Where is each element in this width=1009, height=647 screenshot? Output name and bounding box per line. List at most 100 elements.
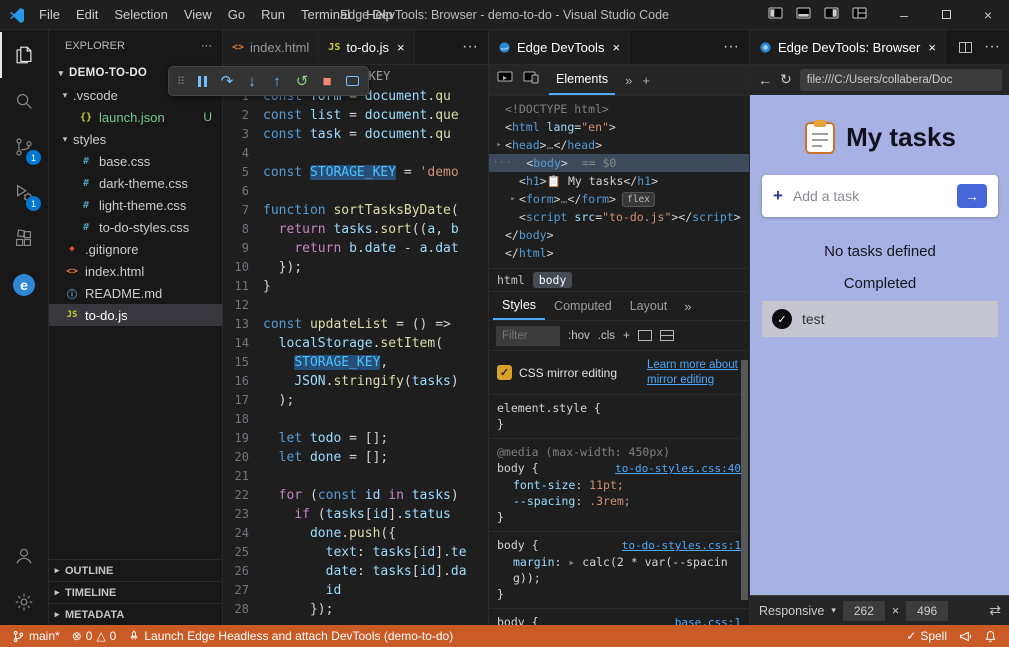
code-line-6[interactable]: 6 (223, 182, 488, 201)
dom-node[interactable]: ··· <body> == $0 (489, 154, 749, 172)
code-line-13[interactable]: 13const updateList = () => (223, 315, 488, 334)
code-line-26[interactable]: 26 date: tasks[id].da (223, 562, 488, 581)
back-icon[interactable]: ← (758, 72, 772, 88)
line-number[interactable]: 22 (223, 486, 263, 505)
rotate-viewport-icon[interactable]: ⇄ (989, 602, 1001, 619)
dom-node[interactable]: <!DOCTYPE html> (489, 100, 749, 118)
code-line-23[interactable]: 23 if (tasks[id].status (223, 505, 488, 524)
stop-button[interactable]: ■ (315, 69, 339, 93)
file-light-theme.css[interactable]: #light-theme.css (49, 194, 222, 216)
device-mode-select[interactable]: Responsive (759, 604, 824, 618)
dom-node[interactable]: ▸<form>…</form>flex (489, 190, 749, 208)
more-actions-icon[interactable]: ··· (723, 38, 739, 56)
vscode-logo-icon[interactable] (9, 7, 25, 23)
add-tool-icon[interactable]: + (642, 73, 650, 88)
add-task-form[interactable]: + Add a task → (762, 175, 998, 217)
more-tools-chevron-icon[interactable]: » (625, 73, 632, 88)
dom-node[interactable]: <script src="to-do.js"></script> (489, 208, 749, 226)
devtools-scrollbar[interactable] (741, 360, 748, 600)
css-file-link[interactable]: to-do-styles.css:1 (614, 538, 741, 554)
expand-arrow-icon[interactable]: ▸ (493, 136, 505, 154)
launch-task-status[interactable]: Launch Edge Headless and attach DevTools… (122, 625, 459, 647)
line-number[interactable]: 3 (223, 125, 263, 144)
line-number[interactable]: 19 (223, 429, 263, 448)
file-launch.json[interactable]: {}launch.jsonU (49, 106, 222, 128)
css-mirror-learn-more-link[interactable]: Learn more about mirror editing (647, 358, 741, 388)
menu-go[interactable]: Go (220, 0, 253, 29)
announcement-item[interactable] (953, 625, 978, 647)
line-number[interactable]: 18 (223, 410, 263, 429)
activity-extensions[interactable] (0, 216, 48, 262)
file-to-do.js[interactable]: JSto-do.js (49, 304, 222, 326)
computed-pane-icon[interactable] (638, 330, 652, 341)
css-selector[interactable]: body { (497, 460, 539, 476)
code-line-5[interactable]: 5const STORAGE_KEY = 'demo (223, 163, 488, 182)
activity-run-debug[interactable]: 1 (0, 170, 48, 216)
tab-layout[interactable]: Layout (621, 292, 677, 320)
menu-file[interactable]: File (31, 0, 68, 29)
more-actions-icon[interactable]: ··· (984, 38, 1000, 56)
toggle-sidebar-icon[interactable] (768, 7, 783, 22)
code-line-11[interactable]: 11} (223, 277, 488, 296)
completed-task-row[interactable]: ✓ test (762, 301, 998, 337)
element-class-button[interactable]: .cls (598, 330, 615, 342)
section-metadata[interactable]: ▸METADATA (49, 603, 222, 625)
styles-filter-input[interactable] (496, 326, 560, 346)
css-property[interactable]: --spacing: .3rem; (497, 493, 741, 509)
close-icon[interactable]: × (928, 40, 936, 55)
toggle-panel-icon[interactable] (796, 7, 811, 22)
close-icon[interactable]: × (612, 40, 620, 55)
line-number[interactable]: 16 (223, 372, 263, 391)
code-line-22[interactable]: 22 for (const id in tasks) (223, 486, 488, 505)
tab-edge-devtools[interactable]: Edge DevTools × (489, 30, 630, 64)
activity-explorer[interactable] (0, 32, 48, 78)
tab-edge-devtools-browser[interactable]: Edge DevTools: Browser × (750, 30, 946, 64)
css-property[interactable]: margin: ▸ calc(2 * var(--spacing)); (497, 554, 741, 586)
file-README.md[interactable]: ⓘREADME.md (49, 282, 222, 304)
flex-badge[interactable]: flex (622, 192, 655, 207)
line-number[interactable]: 27 (223, 581, 263, 600)
maximize-button[interactable] (925, 0, 967, 29)
line-number[interactable]: 14 (223, 334, 263, 353)
step-into-button[interactable]: ↓ (240, 69, 264, 93)
css-selector[interactable]: body { (497, 537, 539, 553)
line-number[interactable]: 26 (223, 562, 263, 581)
code-line-21[interactable]: 21 (223, 467, 488, 486)
line-number[interactable]: 28 (223, 600, 263, 619)
file-to-do-styles.css[interactable]: #to-do-styles.css (49, 216, 222, 238)
css-property[interactable]: font-size: 11pt; (497, 477, 741, 493)
device-height-input[interactable] (906, 601, 948, 621)
line-number[interactable]: 24 (223, 524, 263, 543)
code-line-12[interactable]: 12 (223, 296, 488, 315)
code-line-10[interactable]: 10 }); (223, 258, 488, 277)
submit-task-button[interactable]: → (957, 184, 987, 208)
file-base.css[interactable]: #base.css (49, 150, 222, 172)
close-window-button[interactable]: × (967, 0, 1009, 29)
line-number[interactable]: 17 (223, 391, 263, 410)
code-line-28[interactable]: 28 }); (223, 600, 488, 619)
line-number[interactable]: 11 (223, 277, 263, 296)
add-task-input[interactable]: Add a task (793, 188, 947, 204)
expand-arrow-icon[interactable]: ▸ (507, 190, 519, 208)
code-line-25[interactable]: 25 text: tasks[id].te (223, 543, 488, 562)
section-outline[interactable]: ▸OUTLINE (49, 559, 222, 581)
code-line-27[interactable]: 27 id (223, 581, 488, 600)
line-number[interactable]: 9 (223, 239, 263, 258)
screencast-toggle-button[interactable] (340, 69, 364, 93)
section-timeline[interactable]: ▸TIMELINE (49, 581, 222, 603)
new-style-rule-icon[interactable]: + (623, 330, 630, 342)
tab-elements[interactable]: Elements (549, 65, 615, 95)
file-index.html[interactable]: <>index.html (49, 260, 222, 282)
code-editor[interactable]: GE_KEY 1const form = document.qu2const l… (223, 65, 488, 625)
line-number[interactable]: 4 (223, 144, 263, 163)
css-mirror-checkbox[interactable]: ✓ (497, 365, 512, 380)
css-selector[interactable]: element.style { (497, 400, 601, 416)
step-out-button[interactable]: ↑ (265, 69, 289, 93)
menu-view[interactable]: View (176, 0, 220, 29)
code-line-9[interactable]: 9 return b.date - a.dat (223, 239, 488, 258)
split-editor-icon[interactable] (959, 42, 972, 53)
line-number[interactable]: 8 (223, 220, 263, 239)
file-.gitignore[interactable]: ◆.gitignore (49, 238, 222, 260)
menu-selection[interactable]: Selection (106, 0, 175, 29)
more-style-tabs-icon[interactable]: » (684, 299, 691, 314)
